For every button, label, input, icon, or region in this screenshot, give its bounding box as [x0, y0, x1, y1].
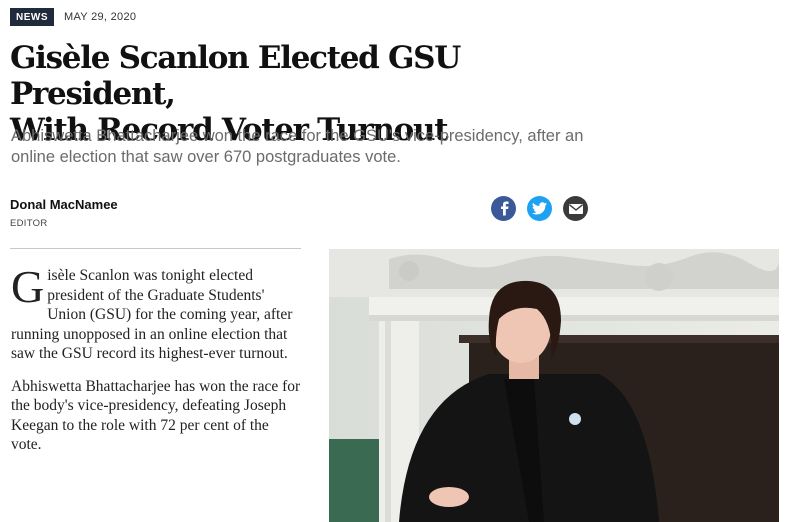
drop-cap: G — [11, 261, 45, 312]
paragraph-1-text: isèle Scanlon was tonight elected presid… — [11, 267, 293, 362]
twitter-share-button[interactable] — [527, 196, 552, 221]
paragraph-2: Abhiswetta Bhattacharjee has won the rac… — [11, 377, 301, 454]
headline-line-1: Gisèle Scanlon Elected GSU President, — [10, 40, 461, 112]
subheadline: Abhiswetta Bhattacharjee won the race fo… — [11, 127, 584, 166]
email-icon — [568, 203, 583, 214]
facebook-icon — [500, 201, 508, 216]
twitter-icon — [532, 202, 547, 215]
article-photo-illustration — [329, 249, 779, 522]
section-divider — [10, 248, 301, 249]
share-buttons — [491, 196, 588, 221]
author-role: EDITOR — [10, 218, 48, 229]
paragraph-1: Gisèle Scanlon was tonight elected presi… — [11, 261, 303, 364]
category-badge[interactable]: NEWS — [10, 8, 54, 26]
author-name[interactable]: Donal MacNamee — [10, 197, 118, 212]
email-share-button[interactable] — [563, 196, 588, 221]
article-photo — [329, 249, 779, 522]
article-body: Gisèle Scanlon was tonight elected presi… — [11, 261, 303, 468]
article-meta: NEWS MAY 29, 2020 — [10, 8, 136, 26]
facebook-share-button[interactable] — [491, 196, 516, 221]
publish-date: MAY 29, 2020 — [64, 11, 137, 23]
